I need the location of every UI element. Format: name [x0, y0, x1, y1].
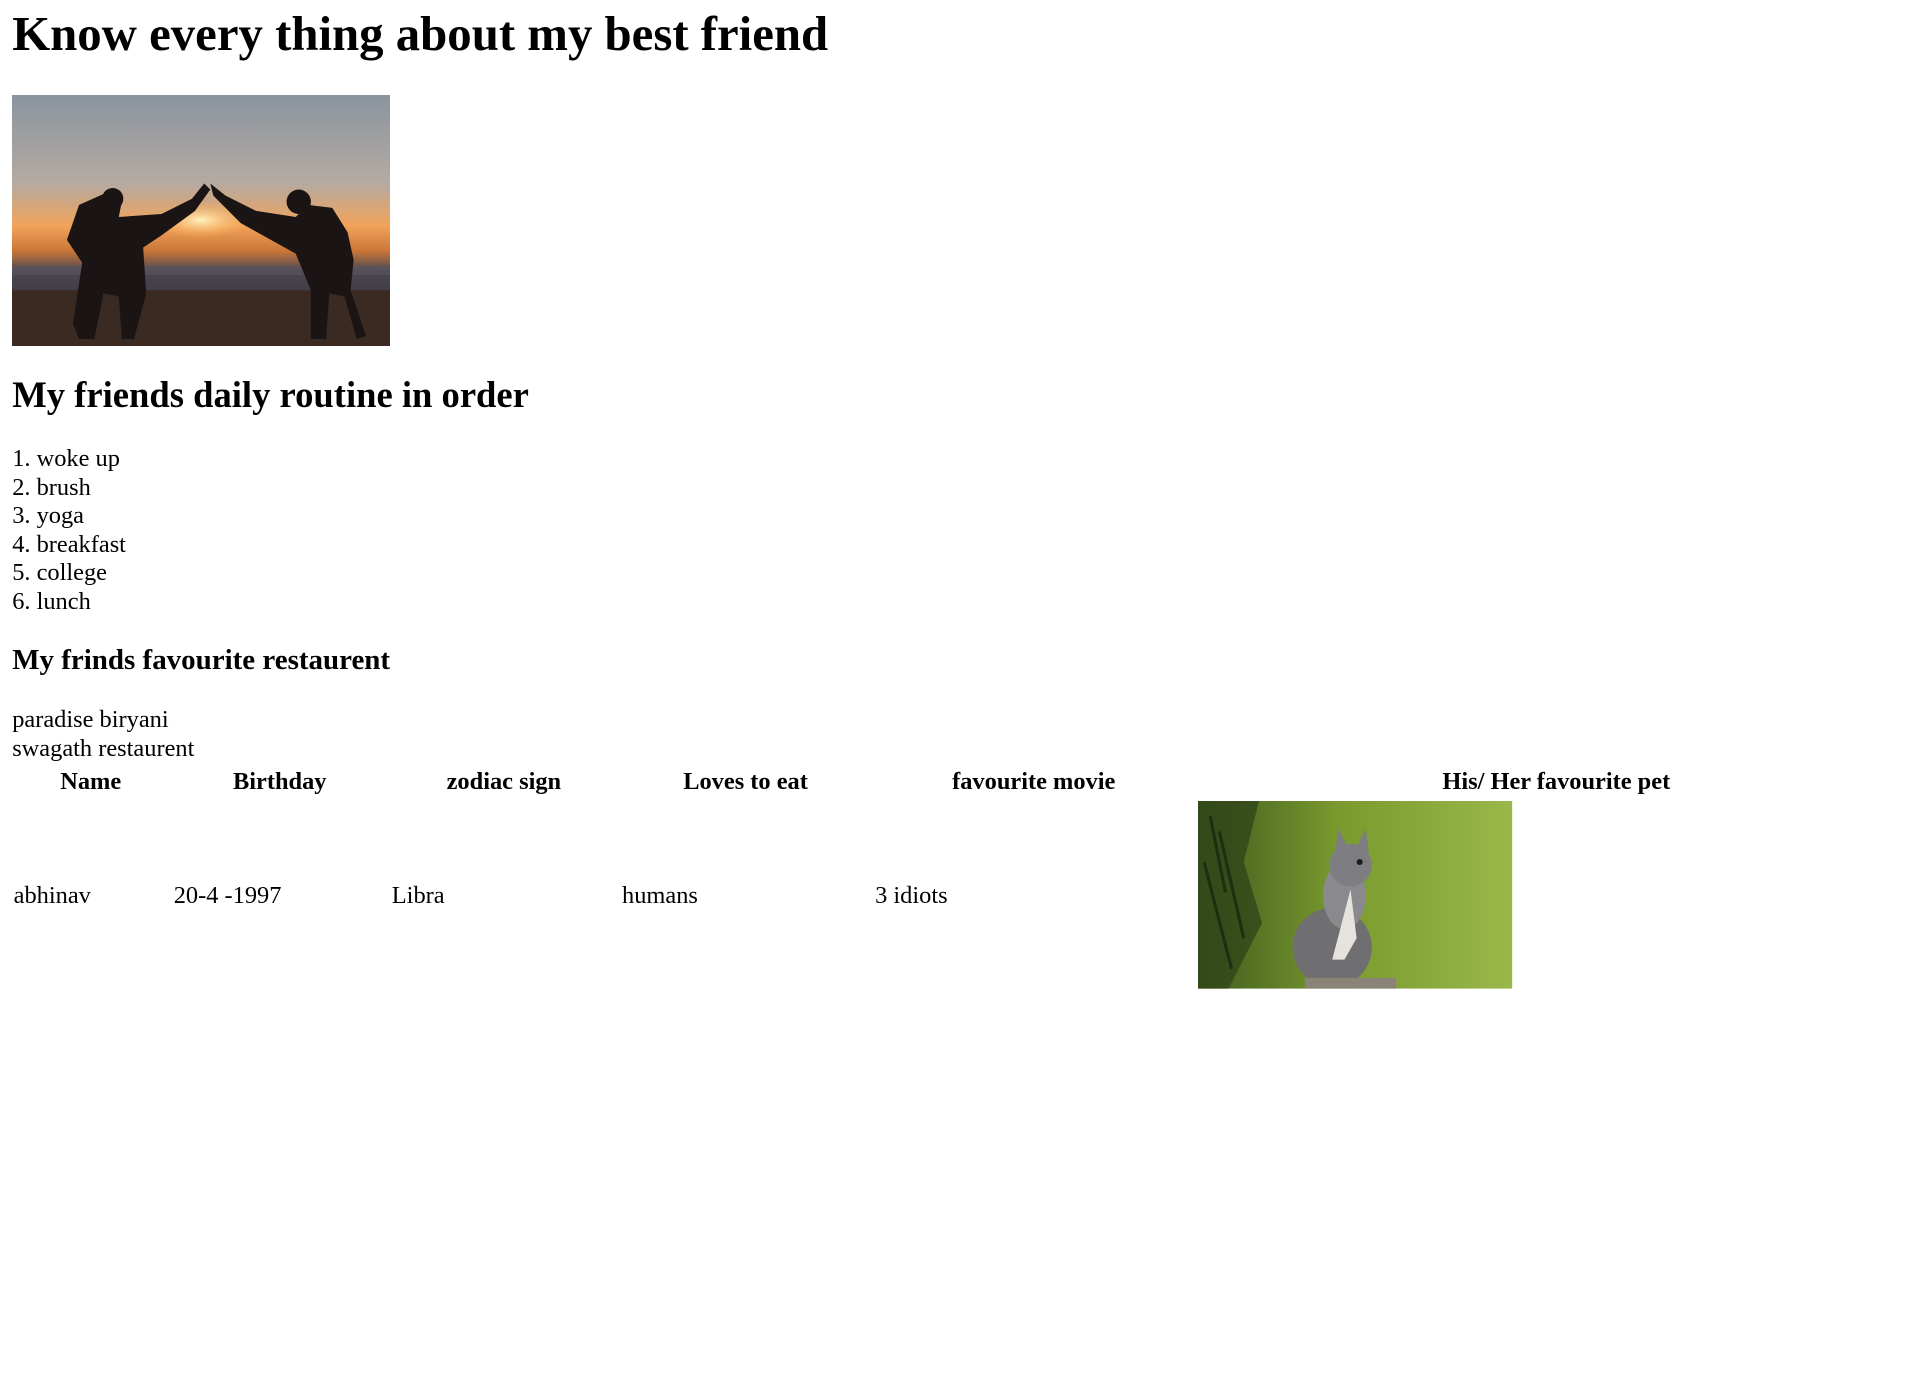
list-item: 2. brush [12, 473, 91, 501]
cell-favourite-pet [1197, 800, 1916, 991]
cell-zodiac: Libra [391, 881, 445, 909]
cell-loves-to-eat: humans [622, 881, 698, 909]
header-birthday: Birthday [232, 767, 327, 795]
table-header-row: Name Birthday zodiac sign Loves to eat f… [12, 766, 1916, 796]
list-item: 4. breakfast [12, 530, 126, 558]
restaurants-list: paradise biryani swagath restaurent [12, 706, 1918, 763]
kitten-image [1198, 801, 1513, 990]
cell-birthday: 20-4 -1997 [173, 881, 282, 909]
friend-info-table: Name Birthday zodiac sign Loves to eat f… [9, 763, 1918, 993]
cell-name: abhinav [13, 881, 91, 909]
restaurant-item: paradise biryani [12, 706, 169, 734]
header-zodiac: zodiac sign [446, 767, 562, 795]
table-row: abhinav 20-4 -1997 Libra humans 3 idiots [12, 800, 1916, 991]
page-title: Know every thing about my best friend [12, 7, 829, 62]
list-item: 1. woke up [12, 445, 120, 473]
cell-favourite-movie: 3 idiots [875, 881, 948, 909]
header-loves-to-eat: Loves to eat [683, 767, 808, 795]
routine-heading: My friends daily routine in order [12, 373, 529, 415]
restaurant-item: swagath restaurent [12, 734, 195, 762]
routine-list: 1. woke up 2. brush 3. yoga 4. breakfast… [12, 445, 1918, 616]
list-item: 3. yoga [12, 502, 84, 530]
header-favourite-pet: His/ Her favourite pet [1442, 767, 1671, 795]
restaurants-heading: My frinds favourite restaurent [12, 643, 391, 676]
header-name: Name [60, 767, 122, 795]
header-favourite-movie: favourite movie [952, 767, 1116, 795]
friends-sunset-image [12, 94, 391, 347]
list-item: 6. lunch [12, 587, 91, 615]
list-item: 5. college [12, 559, 107, 587]
